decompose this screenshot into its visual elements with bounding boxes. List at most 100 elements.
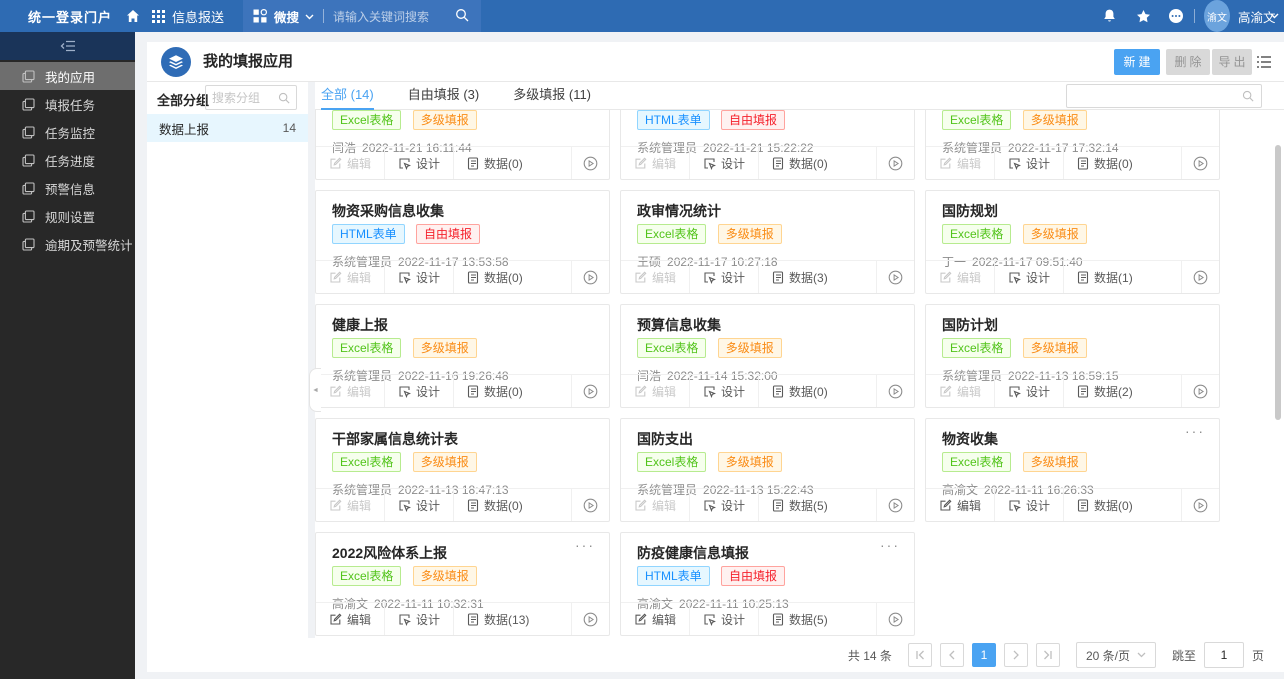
card-more-menu[interactable]: ··· [880,537,900,553]
prev-page-button[interactable] [939,643,964,667]
group-search-input[interactable]: 搜索分组 [205,85,297,110]
create-button[interactable]: 新建 [1114,49,1160,75]
scrollbar-thumb[interactable] [1275,145,1281,420]
global-search-bar[interactable]: 微搜 请输入关键词搜索 [243,0,481,32]
sidebar-item[interactable]: 预警信息 [0,174,135,202]
open-circle-play-icon[interactable] [876,375,914,407]
jump-page-input[interactable] [1203,642,1244,668]
open-circle-play-icon[interactable] [571,147,609,179]
edit-button[interactable]: 编辑 [621,489,689,521]
sidebar-item[interactable]: 逾期及预警统计 [0,230,135,258]
design-button[interactable]: 设计 [384,489,453,521]
global-search-input[interactable]: 请输入关键词搜索 [333,8,455,25]
edit-button[interactable]: 编辑 [621,375,689,407]
app-card[interactable]: ··· Excel表格 多级填报 闫浩2022-11-21 16:11:44 编… [315,110,610,180]
app-card[interactable]: 国防规划 ··· Excel表格 多级填报 丁一2022-11-17 09:51… [925,190,1220,294]
open-circle-play-icon[interactable] [1181,489,1219,521]
open-circle-play-icon[interactable] [571,261,609,293]
list-view-icon[interactable] [1256,55,1272,69]
data-button[interactable]: 数据(3) [758,261,841,293]
design-button[interactable]: 设计 [384,147,453,179]
first-page-button[interactable] [907,643,932,667]
open-circle-play-icon[interactable] [1181,147,1219,179]
open-circle-play-icon[interactable] [571,375,609,407]
open-circle-play-icon[interactable] [876,261,914,293]
design-button[interactable]: 设计 [994,261,1063,293]
panel-collapse-handle[interactable]: ◄ [309,368,321,412]
design-button[interactable]: 设计 [994,147,1063,179]
app-card[interactable]: 国防计划 ··· Excel表格 多级填报 系统管理员2022-11-13 18… [925,304,1220,408]
app-card[interactable]: 防疫健康信息填报 ··· HTML表单 自由填报 高渝文 2022-11-11 1… [620,532,915,636]
open-circle-play-icon[interactable] [1181,375,1219,407]
edit-button[interactable]: 编辑 [316,375,384,407]
edit-button[interactable]: 编辑 [926,489,994,521]
open-circle-play-icon[interactable] [876,147,914,179]
data-button[interactable]: 数据(5) [758,489,841,521]
next-page-button[interactable] [1003,643,1028,667]
app-grid-icon[interactable] [152,0,165,32]
app-card[interactable]: 健康上报 ··· Excel表格 多级填报 系统管理员2022-11-16 19… [315,304,610,408]
card-more-menu[interactable]: ··· [1185,423,1205,439]
design-button[interactable]: 设计 [689,147,758,179]
edit-button[interactable]: 编辑 [621,603,689,635]
home-icon[interactable] [126,0,140,32]
star-icon[interactable] [1136,0,1151,32]
data-button[interactable]: 数据(0) [758,147,841,179]
data-button[interactable]: 数据(0) [453,261,536,293]
edit-button[interactable]: 编辑 [926,261,994,293]
design-button[interactable]: 设计 [994,375,1063,407]
open-circle-play-icon[interactable] [876,603,914,635]
design-button[interactable]: 设计 [384,603,453,635]
data-button[interactable]: 数据(5) [758,603,841,635]
tab[interactable]: 自由填报 (3) [408,82,480,110]
app-card[interactable]: 物资收集 ··· Excel表格 多级填报 高渝文 2022-11-11 16:2… [925,418,1220,522]
open-circle-play-icon[interactable] [571,603,609,635]
app-card[interactable]: 干部家属信息统计表 ··· Excel表格 多级填报 系统管理员2022-11-… [315,418,610,522]
sidebar-item[interactable]: 规则设置 [0,202,135,230]
bell-icon[interactable] [1102,0,1117,32]
app-card[interactable]: 物资采购信息收集 ··· HTML表单 自由填报 系统管理员2022-11-17… [315,190,610,294]
card-search-input[interactable] [1066,84,1262,108]
sidebar-collapse-button[interactable] [0,32,135,60]
search-icon[interactable] [455,8,469,25]
design-button[interactable]: 设计 [689,375,758,407]
design-button[interactable]: 设计 [689,489,758,521]
app-card[interactable]: 预算信息收集 ··· Excel表格 多级填报 闫浩2022-11-14 15:… [620,304,915,408]
data-button[interactable]: 数据(0) [1063,147,1146,179]
data-button[interactable]: 数据(0) [453,489,536,521]
data-button[interactable]: 数据(0) [758,375,841,407]
tab[interactable]: 多级填报 (11) [513,82,591,110]
edit-button[interactable]: 编辑 [316,489,384,521]
design-button[interactable]: 设计 [689,261,758,293]
user-chevron-down-icon[interactable] [1270,0,1279,32]
group-item[interactable]: 数据上报 14 [147,114,308,142]
design-button[interactable]: 设计 [384,375,453,407]
export-button[interactable]: 导出 [1212,49,1252,75]
app-card[interactable]: 2022风险体系上报 ··· Excel表格 多级填报 高渝文 2022-11-1… [315,532,610,636]
sidebar-item[interactable]: 我的应用 [0,62,135,90]
sidebar-item[interactable]: 任务进度 [0,146,135,174]
design-button[interactable]: 设计 [689,603,758,635]
card-more-menu[interactable]: ··· [575,537,595,553]
app-card[interactable]: 国防支出 ··· Excel表格 多级填报 系统管理员2022-11-13 15… [620,418,915,522]
design-button[interactable]: 设计 [384,261,453,293]
edit-button[interactable]: 编辑 [621,261,689,293]
current-page[interactable]: 1 [971,643,996,667]
chevron-down-icon[interactable] [305,9,314,23]
edit-button[interactable]: 编辑 [316,261,384,293]
data-button[interactable]: 数据(13) [453,603,542,635]
open-circle-play-icon[interactable] [1181,261,1219,293]
edit-button[interactable]: 编辑 [316,147,384,179]
page-size-select[interactable]: 20 条/页 [1075,642,1156,668]
data-button[interactable]: 数据(0) [453,147,536,179]
open-circle-play-icon[interactable] [571,489,609,521]
more-circle-icon[interactable] [1168,0,1184,32]
sidebar-item[interactable]: 任务监控 [0,118,135,146]
design-button[interactable]: 设计 [994,489,1063,521]
data-button[interactable]: 数据(2) [1063,375,1146,407]
delete-button[interactable]: 删除 [1166,49,1210,75]
nav-app-label[interactable]: 信息报送 [172,0,224,32]
tab[interactable]: 全部 (14) [321,82,374,110]
avatar[interactable]: 渝文 [1204,0,1230,32]
app-card[interactable]: ··· Excel表格 多级填报 系统管理员2022-11-17 17:32:1… [925,110,1220,180]
